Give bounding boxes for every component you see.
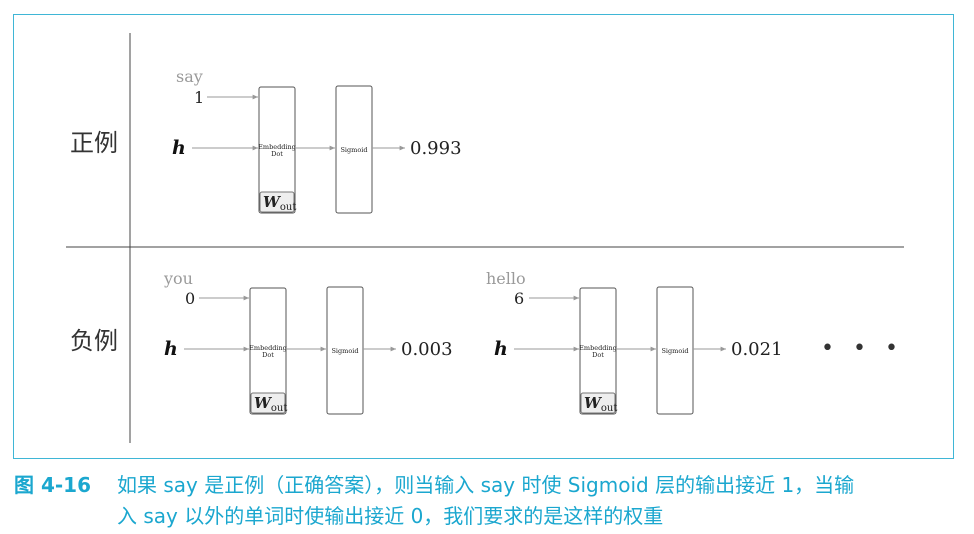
sigmoid-label: Sigmoid — [340, 146, 367, 154]
word-label: hello — [486, 269, 526, 288]
dot-label: Dot — [271, 150, 283, 158]
figure-caption: 图 4-16 如果 say 是正例（正确答案），则当输入 say 时使 Sigmo… — [14, 470, 964, 532]
hidden-vector-h: h — [164, 338, 178, 360]
example-you: you 0 h Embedding Dot Wout Sigmoid 0.003 — [163, 269, 453, 415]
example-hello: hello 6 h Embedding Dot Wout Sigmoid 0.0… — [486, 269, 783, 415]
dot-label: Dot — [262, 351, 274, 359]
example-say: say 1 h Embedding Dot Wout Sigmoid 0.993 — [172, 67, 462, 214]
positive-row-label: 正例 — [70, 129, 118, 157]
sigmoid-label: Sigmoid — [661, 347, 688, 355]
word-index: 1 — [194, 88, 204, 107]
word-index: 6 — [514, 289, 524, 308]
word-index: 0 — [185, 289, 195, 308]
hidden-vector-h: h — [494, 338, 508, 360]
output-value: 0.993 — [410, 138, 462, 159]
ellipsis: • • • — [821, 336, 904, 361]
word-label: say — [176, 67, 203, 86]
sigmoid-label: Sigmoid — [331, 347, 358, 355]
dot-label: Dot — [592, 351, 604, 359]
output-value: 0.003 — [401, 339, 453, 360]
caption-line-1: 如果 say 是正例（正确答案），则当输入 say 时使 Sigmoid 层的输… — [117, 473, 855, 497]
caption-line-2: 入 say 以外的单词时使输出接近 0，我们要求的是这样的权重 — [117, 504, 664, 528]
negative-row-label: 负例 — [70, 327, 118, 355]
output-value: 0.021 — [731, 339, 783, 360]
hidden-vector-h: h — [172, 137, 186, 159]
diagram: 正例 负例 say 1 h Embedding Dot Wout Sigmoid… — [66, 33, 904, 443]
figure-number: 图 4-16 — [14, 473, 92, 497]
word-label: you — [163, 269, 193, 288]
